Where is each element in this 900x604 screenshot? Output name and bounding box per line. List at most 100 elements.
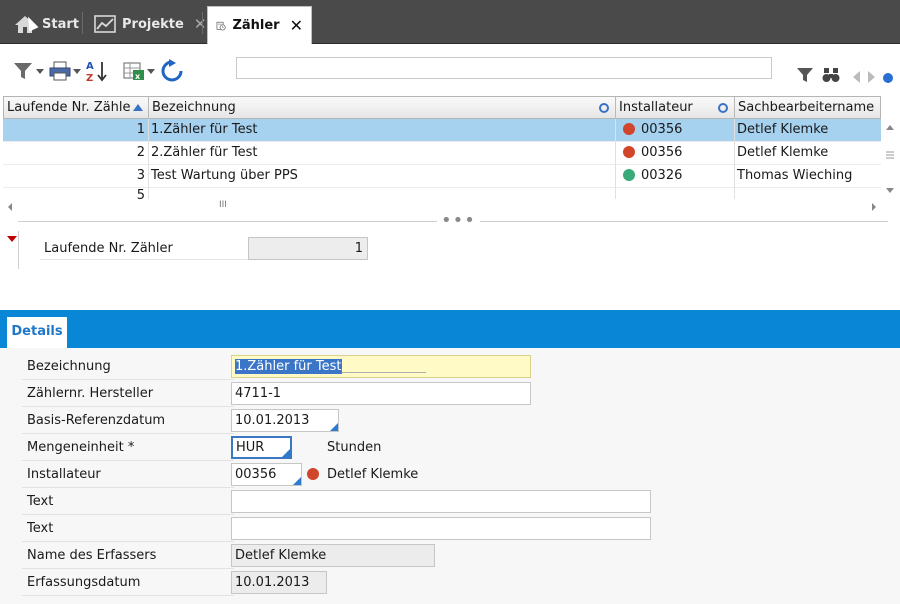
cell-installateur: 00356 — [615, 119, 734, 142]
tab-projekte[interactable]: Projekte ✕ — [86, 5, 214, 43]
tab-projekte-label: Projekte — [122, 16, 184, 32]
basisdatum-field[interactable]: 10.01.2013 — [231, 409, 339, 432]
form-row-text1: Text — [22, 490, 234, 515]
search-input[interactable] — [236, 57, 772, 79]
cell-bezeichnung: Test Wartung über PPS — [151, 168, 298, 183]
table-row[interactable]: 3 Test Wartung über PPS 00326 Thomas Wie… — [3, 165, 881, 188]
filter-dropdown-button[interactable] — [12, 58, 44, 84]
record-nr-value: 1 — [248, 237, 368, 260]
dropdown-corner-icon[interactable] — [330, 423, 338, 431]
column-header-installateur[interactable]: Installateur — [616, 97, 735, 119]
column-header-bezeichnung[interactable]: Bezeichnung — [149, 97, 616, 119]
chevron-down-icon — [36, 68, 44, 74]
svg-text:Z: Z — [86, 73, 93, 83]
refresh-icon — [161, 59, 183, 82]
field-value: HUR — [236, 440, 265, 455]
form-row-bezeichnung: Bezeichnung — [22, 355, 234, 380]
toolbar: A Z x — [0, 45, 900, 95]
column-filter-icon[interactable] — [718, 103, 728, 113]
text2-field[interactable] — [231, 517, 651, 540]
table-row[interactable]: 1 1.Zähler für Test 00356 Detlef Klemke — [3, 119, 881, 142]
tab-start[interactable]: Start — [6, 5, 87, 43]
details-tab-band — [0, 310, 900, 348]
cell-bezeichnung: 1.Zähler für Test — [151, 122, 258, 137]
cell-installateur-value: 00356 — [641, 122, 683, 137]
dropdown-corner-icon[interactable] — [293, 477, 301, 485]
field-label: Text — [27, 521, 54, 536]
sort-button[interactable]: A Z — [85, 58, 111, 84]
tab-separator — [202, 12, 203, 34]
print-dropdown-button[interactable] — [49, 58, 81, 84]
nav-next-icon — [868, 71, 875, 83]
nav-next-button[interactable] — [867, 64, 877, 90]
field-value: 10.01.2013 — [235, 413, 310, 428]
svg-text:x: x — [135, 72, 141, 81]
installateur-field[interactable]: 00356 — [231, 463, 302, 486]
column-header-nr[interactable]: Laufende Nr. Zähle — [4, 97, 149, 119]
field-label: Zählernr. Hersteller — [27, 386, 154, 401]
excel-export-button[interactable]: x — [123, 58, 155, 84]
tab-zaehler[interactable]: Zähler ✕ — [207, 6, 312, 44]
tab-separator — [82, 12, 83, 34]
field-label: Installateur — [27, 467, 101, 482]
dropdown-corner-icon[interactable] — [282, 449, 290, 457]
column-divider — [148, 119, 149, 199]
svg-text:A: A — [86, 61, 94, 72]
form-row-erfassungsdatum: Erfassungsdatum — [22, 571, 234, 596]
field-label: Basis-Referenzdatum — [27, 413, 166, 428]
scroll-thumb-grip[interactable]: III — [219, 200, 227, 210]
column-divider — [615, 119, 616, 199]
splitter-handle-icon[interactable]: ••• — [437, 212, 480, 230]
close-icon[interactable]: ✕ — [194, 15, 207, 33]
installateur-name: Detlef Klemke — [327, 467, 419, 482]
status-red-icon — [623, 123, 635, 135]
zaehlernr-field[interactable]: 4711-1 — [231, 382, 531, 405]
status-red-icon — [623, 146, 635, 158]
form-row-mengeneinheit: Mengeneinheit * — [22, 436, 234, 461]
column-filter-icon[interactable] — [599, 103, 609, 113]
column-header-sachbearbeiter[interactable]: Sachbearbeitername — [735, 97, 882, 119]
column-divider — [734, 119, 735, 199]
status-red-icon — [307, 468, 319, 480]
nav-prev-button[interactable] — [851, 64, 861, 90]
chevron-down-icon — [73, 68, 81, 74]
cell-nr: 2 — [136, 145, 145, 160]
refresh-button[interactable] — [160, 58, 184, 84]
print-dropdown-icon — [49, 61, 71, 81]
cell-nr: 3 — [136, 168, 145, 183]
record-nr-label: Laufende Nr. Zähler — [44, 241, 173, 256]
table-row[interactable]: 5 — [3, 188, 881, 199]
tab-bar: Start Projekte ✕ Zähler ✕ — [0, 0, 900, 44]
sort-ascending-icon — [133, 104, 143, 111]
search-binoculars-button[interactable] — [822, 62, 840, 88]
form-row-zaehlernr: Zählernr. Hersteller — [22, 382, 234, 407]
meter-calendar-icon — [216, 21, 226, 30]
mengeneinheit-description: Stunden — [327, 440, 382, 455]
table-row[interactable]: 2 2.Zähler für Test 00356 Detlef Klemke — [3, 142, 881, 165]
cell-bezeichnung: 2.Zähler für Test — [151, 145, 258, 160]
divider — [40, 259, 248, 260]
text1-field[interactable] — [231, 490, 651, 513]
erfassungsdatum-field: 10.01.2013 — [231, 571, 327, 594]
close-icon[interactable]: ✕ — [290, 16, 303, 35]
erfasser-field: Detlef Klemke — [231, 544, 435, 567]
cell-installateur-value: 00356 — [641, 145, 683, 160]
cell-sachbearbeiter: Detlef Klemke — [737, 122, 829, 137]
bezeichnung-field[interactable]: 1.Zähler für Test_____________ — [231, 355, 531, 378]
vertical-scrollbar[interactable] — [882, 120, 898, 200]
sort-az-icon: A Z — [86, 61, 107, 83]
field-label: Text — [27, 494, 54, 509]
status-indicator — [882, 65, 894, 91]
tab-zaehler-label: Zähler — [232, 18, 280, 33]
filter-icon — [797, 68, 813, 82]
form-row-installateur: Installateur — [22, 463, 234, 488]
tab-details[interactable]: Details — [6, 316, 68, 348]
mengeneinheit-field[interactable]: HUR — [231, 436, 292, 459]
cell-installateur: 00356 — [615, 142, 734, 165]
input-placeholder-line: _____________ — [341, 359, 427, 374]
cell-sachbearbeiter: Detlef Klemke — [737, 145, 829, 160]
status-green-icon — [623, 169, 635, 181]
cell-nr: 5 — [136, 188, 145, 199]
filter-button[interactable] — [796, 62, 814, 88]
form-row-erfasser: Name des Erfassers — [22, 544, 234, 569]
